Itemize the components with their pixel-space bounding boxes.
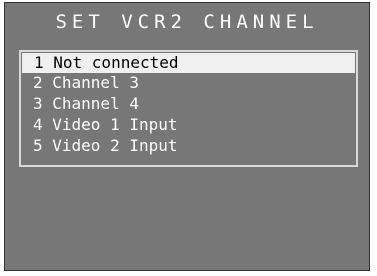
menu-item-channel-3[interactable]: 2 Channel 3: [21, 73, 356, 93]
menu-item-channel-4[interactable]: 3 Channel 4: [21, 94, 356, 114]
menu-item-video-2-input[interactable]: 5 Video 2 Input: [21, 136, 356, 156]
screen-title: SET VCR2 CHANNEL: [55, 11, 319, 33]
osd-screen: SET VCR2 CHANNEL 1 Not connected 2 Chann…: [4, 2, 370, 271]
channel-menu: 1 Not connected 2 Channel 3 3 Channel 4 …: [19, 50, 358, 167]
menu-item-video-1-input[interactable]: 4 Video 1 Input: [21, 115, 356, 135]
menu-item-not-connected[interactable]: 1 Not connected: [22, 53, 355, 73]
